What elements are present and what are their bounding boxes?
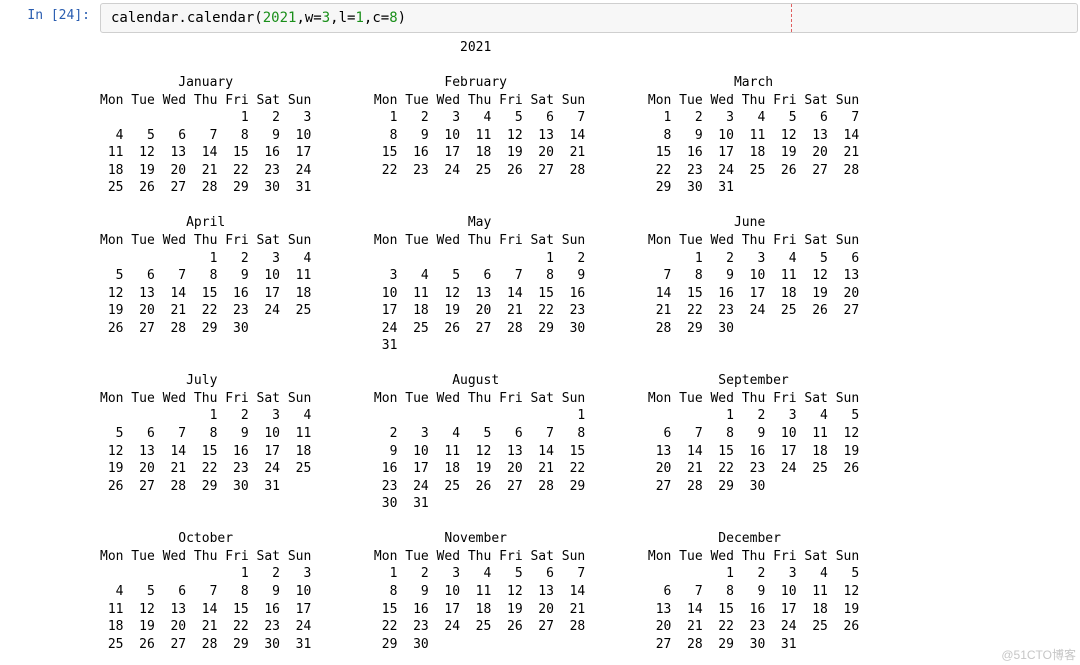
notebook-cell-frame: In [24]: calendar.calendar(2021,w=3,l=1,… bbox=[0, 0, 1080, 665]
code-cell: In [24]: calendar.calendar(2021,w=3,l=1,… bbox=[0, 0, 1080, 33]
code-token: calendar.calendar( bbox=[111, 10, 263, 26]
wrap-ruler bbox=[791, 4, 792, 32]
code-line: calendar.calendar(2021,w=3,l=1,c=8) bbox=[111, 10, 1067, 26]
code-token: ) bbox=[398, 10, 406, 26]
code-token: ,w= bbox=[296, 10, 321, 26]
code-token-num: 3 bbox=[322, 10, 330, 26]
cell-output: 2021 January February March Mon Tue Wed … bbox=[0, 33, 1080, 665]
code-token-num: 8 bbox=[389, 10, 397, 26]
code-token: ,c= bbox=[364, 10, 389, 26]
code-token-num: 1 bbox=[355, 10, 363, 26]
input-prompt: In [24]: bbox=[0, 0, 100, 23]
code-input[interactable]: calendar.calendar(2021,w=3,l=1,c=8) bbox=[100, 3, 1078, 33]
code-token: ,l= bbox=[330, 10, 355, 26]
code-token-num: 2021 bbox=[263, 10, 297, 26]
watermark: @51CTO博客 bbox=[1001, 646, 1076, 663]
